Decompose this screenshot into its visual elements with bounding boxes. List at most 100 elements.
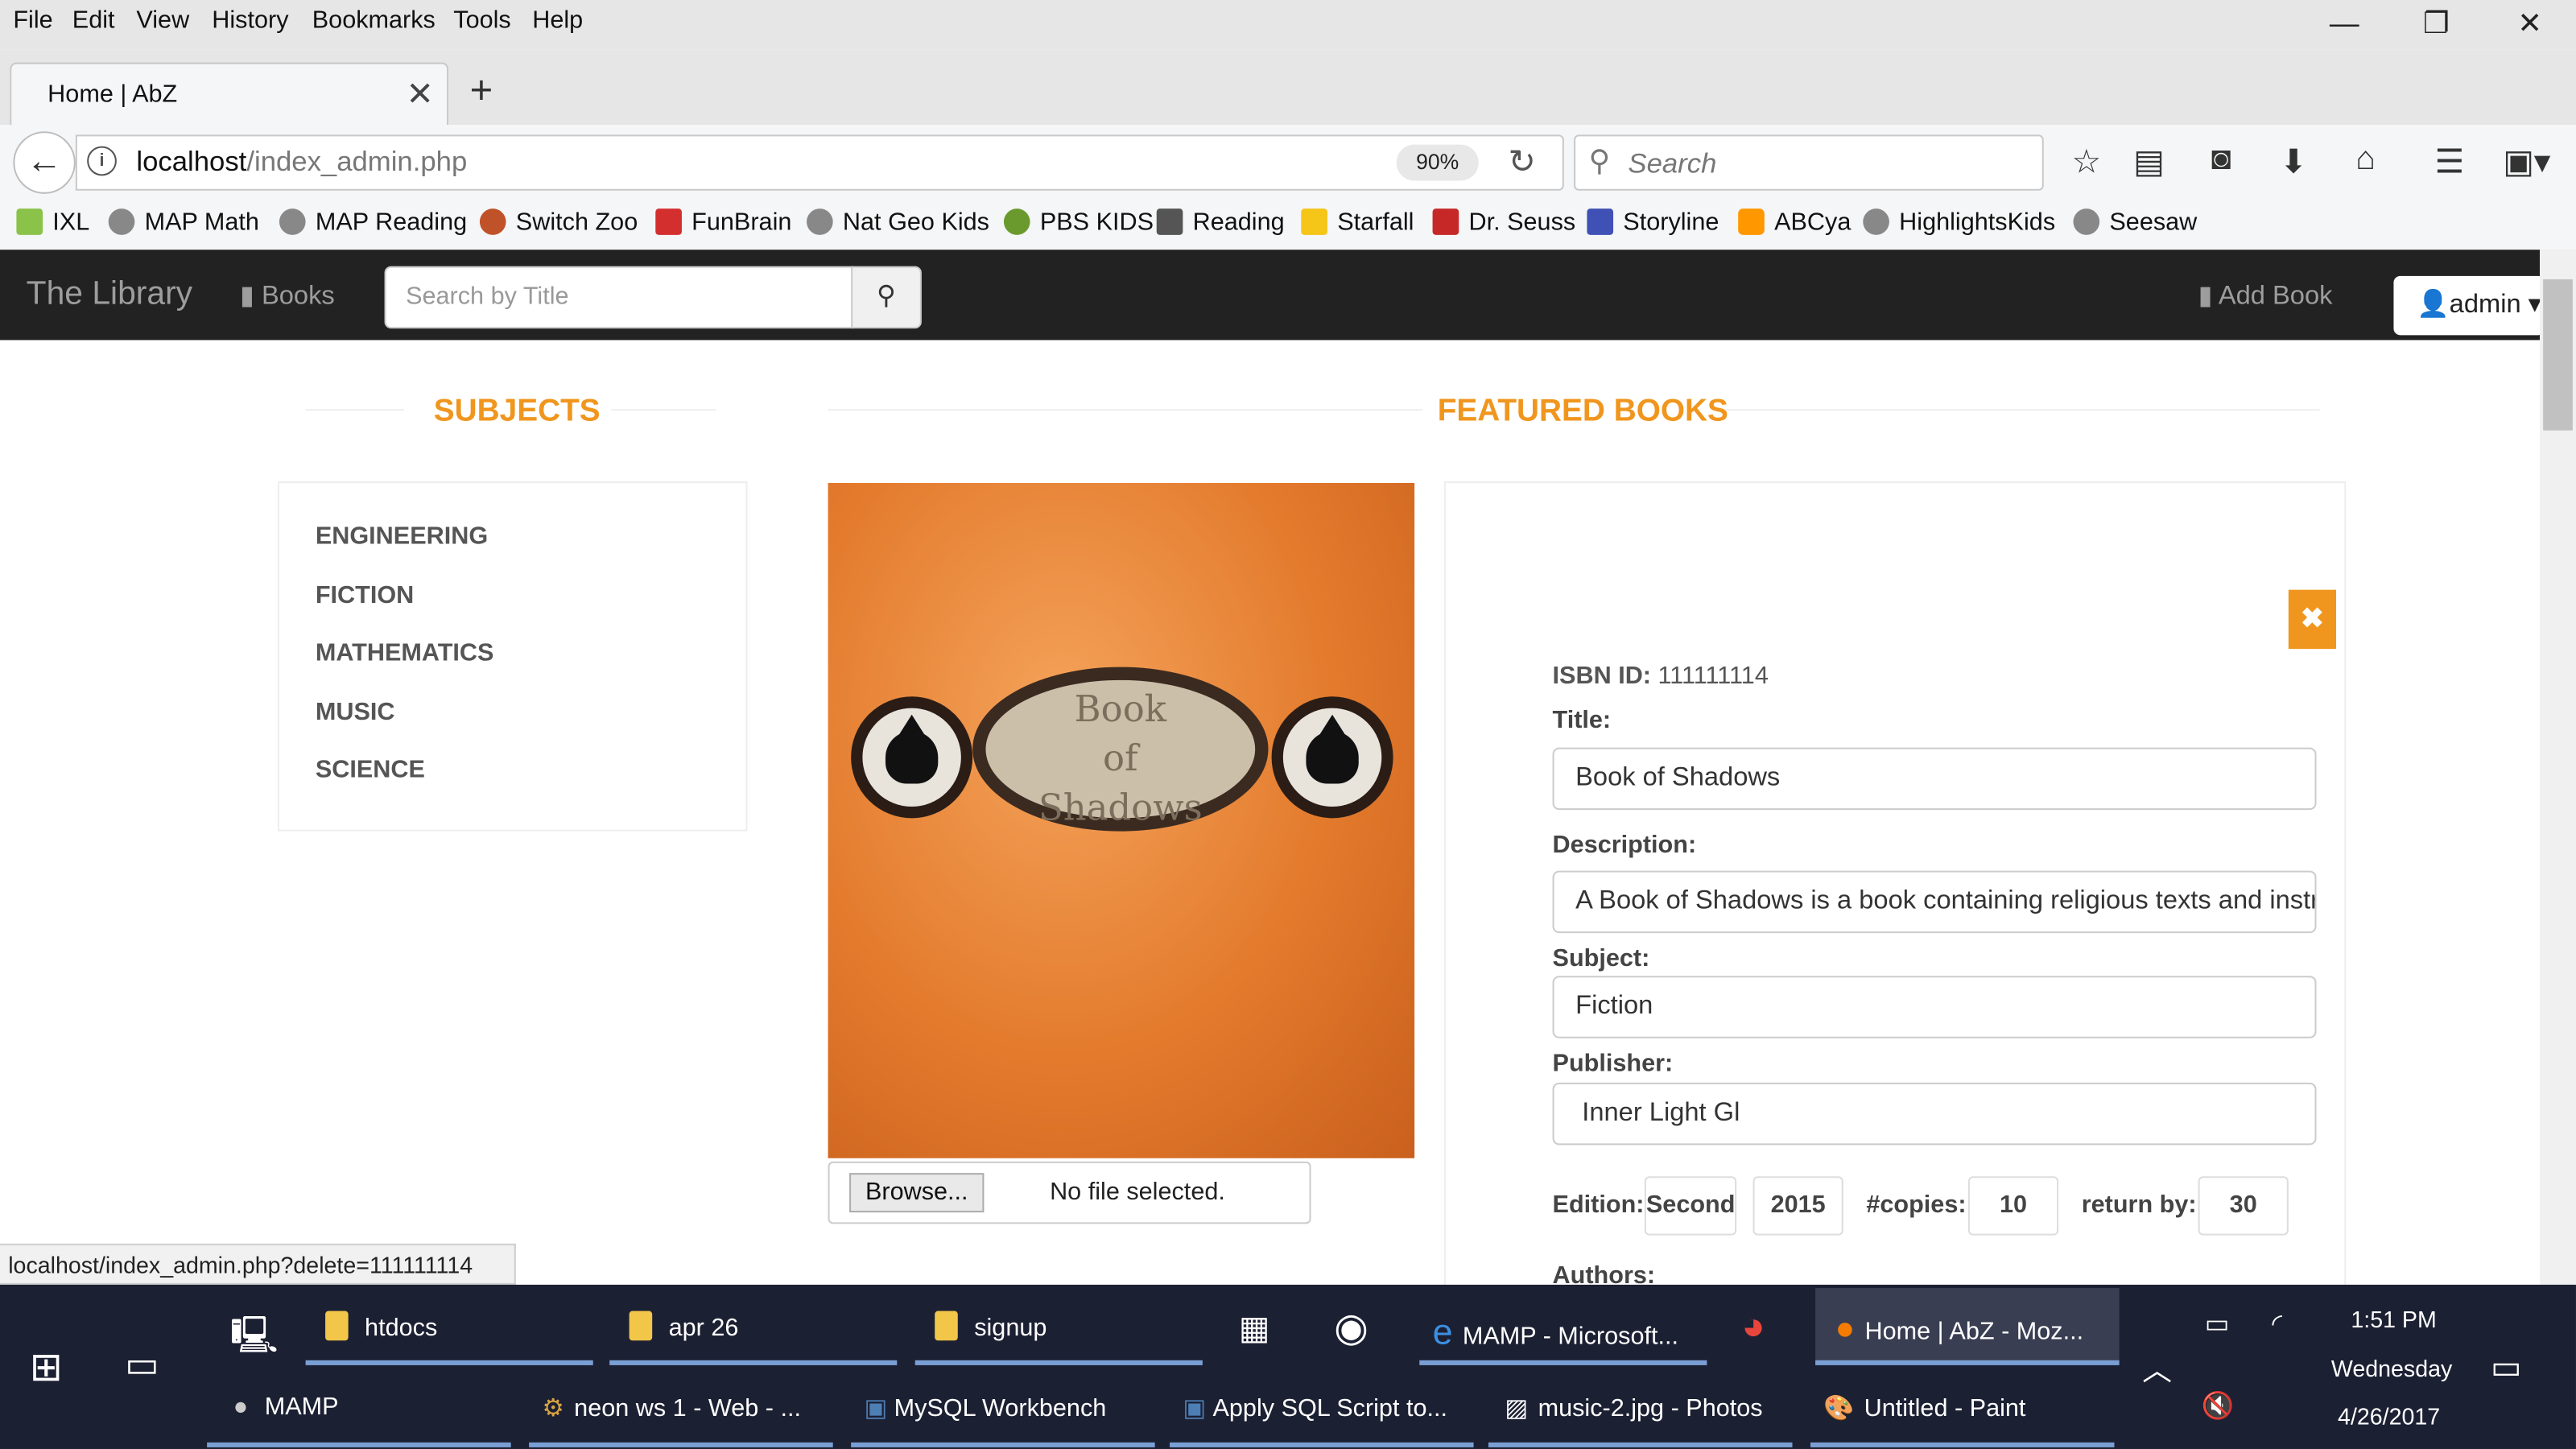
windows-taskbar [0, 1284, 2576, 1449]
bookmark-star-icon[interactable]: ☆ [2062, 142, 2111, 183]
address-bar[interactable]: i localhost/index_admin.php [75, 134, 1564, 191]
pocket-icon[interactable]: ◙ [2197, 142, 2246, 180]
bookmark-dr-seuss[interactable]: Dr. Seuss [1432, 208, 1575, 237]
bookmark-reading[interactable]: Reading [1156, 208, 1285, 237]
subject-field[interactable]: Fiction [1552, 976, 2317, 1038]
site-search-button[interactable]: ⚲ [851, 266, 922, 329]
task-underline [1170, 1442, 1474, 1447]
delete-button[interactable]: ✖ [2288, 589, 2337, 650]
minimize-icon[interactable]: — [2320, 6, 2369, 41]
extension-icon[interactable]: ▣▾ [2494, 142, 2560, 183]
menu-view[interactable]: View [136, 6, 189, 35]
reading-list-icon[interactable]: ▤ [2124, 142, 2174, 183]
edition-field[interactable]: Second [1644, 1176, 1737, 1236]
wifi-icon[interactable]: ◜ [2272, 1307, 2282, 1340]
menu-edit[interactable]: Edit [72, 6, 115, 35]
notification-icon[interactable]: ▭ [2491, 1347, 2522, 1388]
bookmark-starfall[interactable]: Starfall [1301, 208, 1414, 237]
task-mamp[interactable]: ● MAMP [233, 1393, 339, 1422]
abcya-icon [1738, 208, 1765, 235]
bookmark-pbs-kids[interactable]: PBS KIDS [1003, 208, 1154, 237]
task-view-icon[interactable]: ▭ [125, 1344, 159, 1386]
download-icon[interactable]: ⬇ [2268, 142, 2318, 183]
bookmark-switch-zoo[interactable]: Switch Zoo [479, 208, 638, 237]
copies-field[interactable]: 10 [1967, 1176, 2059, 1236]
divider [305, 409, 405, 411]
browser-search-input[interactable]: ⚲ Search [1574, 134, 2044, 191]
eclipse-icon[interactable]: ◉ [1334, 1304, 1368, 1352]
battery-icon[interactable]: ▭ [2205, 1307, 2230, 1340]
photos-app-icon[interactable]: ▦ [1239, 1307, 1270, 1348]
subject-music[interactable]: MUSIC [316, 698, 395, 726]
task-apr-26[interactable]: apr 26 [629, 1311, 738, 1342]
reload-icon[interactable]: ↻ [1508, 142, 1535, 183]
zoom-indicator[interactable]: 90% [1396, 144, 1479, 181]
bookmark-highlightskids[interactable]: HighlightsKids [1863, 208, 2055, 237]
network-drive-icon[interactable]: 🖳 [230, 1307, 279, 1370]
bookmark-funbrain[interactable]: FunBrain [655, 208, 791, 237]
title-field[interactable]: Book of Shadows [1552, 747, 2317, 811]
menu-bookmarks[interactable]: Bookmarks [312, 6, 436, 35]
task-underline [305, 1360, 593, 1365]
description-field[interactable]: A Book of Shadows is a book containing r… [1552, 870, 2317, 934]
task-mysql-workbench[interactable]: ▣ MySQL Workbench [864, 1393, 1106, 1423]
subject-mathematics[interactable]: MATHEMATICS [316, 639, 494, 667]
windows-start-icon[interactable]: ⊞ [30, 1344, 63, 1391]
home-icon[interactable]: ⌂ [2341, 142, 2390, 180]
browser-search-placeholder: Search [1628, 147, 1717, 180]
search-icon: ⚲ [1588, 144, 1611, 178]
task-firefox[interactable]: ● Home | AbZ - Moz... [1835, 1311, 2084, 1349]
bookmark-abcya[interactable]: ABCya [1738, 208, 1851, 237]
bookmark-ixl[interactable]: IXL [16, 208, 89, 237]
menu-file[interactable]: File [13, 6, 52, 35]
tab-close-icon[interactable]: ✕ [407, 74, 434, 115]
book-icon: ▮ [2198, 283, 2219, 311]
subject-science[interactable]: SCIENCE [316, 756, 425, 784]
scrollbar-thumb[interactable] [2543, 279, 2573, 431]
clock-day[interactable]: Wednesday [2331, 1356, 2452, 1382]
publisher-field[interactable]: Inner Light Gl [1552, 1082, 2317, 1146]
task-paint[interactable]: 🎨 Untitled - Paint [1823, 1393, 2025, 1423]
restore-icon[interactable]: ❐ [2412, 6, 2461, 41]
nav-books-link[interactable]: ▮ Books [240, 279, 335, 312]
task-neon[interactable]: ⚙ neon ws 1 - Web - ... [542, 1393, 801, 1423]
url-host: localhost [136, 146, 247, 178]
no-file-label: No file selected. [1050, 1178, 1225, 1206]
task-mamp-edge[interactable]: e MAMP - Microsoft... [1433, 1311, 1678, 1354]
add-book-link[interactable]: ▮ Add Book [2198, 279, 2333, 312]
subject-fiction[interactable]: FICTION [316, 581, 414, 609]
bookmark-storyline[interactable]: Storyline [1587, 208, 1719, 237]
site-search-input[interactable]: Search by Title [384, 266, 855, 329]
new-tab-icon[interactable]: + [470, 69, 493, 115]
volume-muted-icon[interactable]: 🔇 [2202, 1390, 2235, 1423]
task-photos[interactable]: ▨ music-2.jpg - Photos [1505, 1393, 1762, 1423]
chrome-icon[interactable]: ◕ [1741, 1304, 1765, 1350]
site-info-icon[interactable]: i [87, 146, 117, 176]
tab-home[interactable]: Home | AbZ ✕ [10, 62, 449, 127]
close-icon: ✖ [2300, 602, 2324, 634]
task-apply-sql[interactable]: ▣ Apply SQL Script to... [1183, 1393, 1447, 1423]
divider [1724, 409, 2320, 411]
back-icon[interactable]: ← [13, 131, 76, 194]
clock-date[interactable]: 4/26/2017 [2338, 1403, 2440, 1430]
bookmark-nat-geo-kids[interactable]: Nat Geo Kids [807, 208, 989, 237]
menu-icon[interactable]: ☰ [2425, 142, 2474, 183]
menu-history[interactable]: History [212, 6, 288, 35]
clock-time[interactable]: 1:51 PM [2351, 1306, 2436, 1332]
close-window-icon[interactable]: ✕ [2505, 6, 2554, 41]
menu-tools[interactable]: Tools [453, 6, 510, 35]
task-htdocs[interactable]: htdocs [325, 1311, 437, 1342]
year-field[interactable]: 2015 [1752, 1176, 1843, 1236]
return-by-field[interactable]: 30 [2198, 1176, 2289, 1236]
admin-dropdown[interactable]: 👤admin ▾ [2393, 275, 2545, 336]
bookmark-seesaw[interactable]: Seesaw [2073, 208, 2197, 237]
menu-help[interactable]: Help [532, 6, 583, 35]
tray-chevron-icon[interactable]: ︿ [2142, 1347, 2172, 1389]
bookmark-map-reading[interactable]: MAP Reading [279, 208, 467, 237]
site-search-placeholder: Search by Title [406, 283, 569, 311]
site-brand[interactable]: The Library [27, 276, 192, 314]
task-signup[interactable]: signup [935, 1311, 1046, 1342]
bookmark-map-math[interactable]: MAP Math [108, 208, 259, 237]
browse-button[interactable]: Browse... [849, 1173, 985, 1213]
subject-engineering[interactable]: ENGINEERING [316, 522, 488, 551]
